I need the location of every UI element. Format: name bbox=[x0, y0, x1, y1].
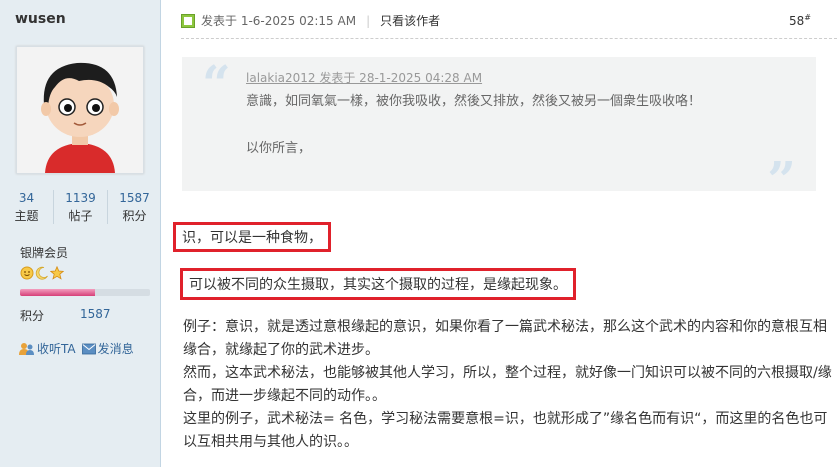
post-meta: 发表于 1-6-2025 02:15 AM | 只看该作者 bbox=[181, 12, 440, 29]
message-label: 发消息 bbox=[97, 342, 134, 356]
user-actions: 收听TA 发消息 bbox=[19, 340, 134, 357]
rank-medals bbox=[20, 266, 64, 280]
highlighted-sentence: 可以被不同的众生摄取，其实这个摄取的过程，是缘起现象。 bbox=[180, 268, 576, 300]
user-stats: 34 主题 1139 帖子 1587 积分 bbox=[0, 190, 161, 224]
avatar[interactable] bbox=[16, 46, 144, 174]
floor-number[interactable]: 58# bbox=[789, 13, 811, 28]
close-quote-icon: ” bbox=[767, 150, 796, 209]
paragraph: 例子：意识，就是透过意根缘起的意识，如果你看了一篇武术秘法，那么这个武术的内容和… bbox=[183, 319, 827, 358]
follow-button[interactable]: 收听TA bbox=[19, 340, 76, 357]
stat-label: 帖子 bbox=[68, 209, 93, 223]
meta-divider-line bbox=[181, 38, 837, 39]
quote-line: 以你所言， bbox=[246, 141, 312, 156]
paragraph: 然而，这本武术秘法，也能够被其他人学习，所以，整个过程，就好像一门知识可以被不同… bbox=[183, 365, 832, 404]
rank-progress-fill bbox=[20, 289, 96, 296]
stat-threads[interactable]: 34 主题 bbox=[0, 190, 53, 224]
paragraph: 这里的例子，武术秘法= 名色，学习秘法需要意根=识，也就形成了”缘名色而有识“，… bbox=[183, 411, 828, 450]
post-body: 例子：意识，就是透过意根缘起的意识，如果你看了一篇武术秘法，那么这个武术的内容和… bbox=[183, 316, 835, 454]
author-only-link[interactable]: 只看该作者 bbox=[380, 12, 440, 29]
stat-label: 积分 bbox=[122, 209, 147, 223]
username[interactable]: wusen bbox=[15, 11, 66, 27]
stat-posts[interactable]: 1139 帖子 bbox=[53, 190, 107, 224]
post-timestamp: 发表于 1-6-2025 02:15 AM bbox=[201, 14, 357, 28]
sun-icon bbox=[20, 266, 34, 280]
stat-value[interactable]: 1139 bbox=[54, 190, 107, 206]
envelope-icon bbox=[81, 343, 96, 354]
quote-body: 意識，如同氧氣一樣，被你我吸收，然後又排放，然後又被另一個衆生吸收咯！ 以你所言… bbox=[246, 89, 752, 161]
quote-block: “ lalakia2012 发表于 28-1-2025 04:28 AM 意識，… bbox=[182, 54, 816, 205]
points-label: 积分 bbox=[20, 309, 45, 323]
floor-value: 58 bbox=[789, 14, 805, 28]
post-content: 发表于 1-6-2025 02:15 AM | 只看该作者 58# “ lala… bbox=[161, 0, 839, 467]
follow-label: 收听TA bbox=[37, 342, 76, 356]
rank-progress-bar bbox=[20, 289, 150, 296]
follow-icon bbox=[19, 342, 34, 355]
points-value: 1587 bbox=[80, 307, 111, 321]
floor-mark: # bbox=[804, 13, 811, 22]
stat-value[interactable]: 1587 bbox=[108, 190, 161, 206]
stat-value[interactable]: 34 bbox=[0, 190, 53, 206]
meta-divider: | bbox=[366, 13, 371, 28]
send-message-button[interactable]: 发消息 bbox=[81, 340, 134, 357]
user-rank[interactable]: 银牌会员 bbox=[20, 244, 68, 261]
quote-header[interactable]: lalakia2012 发表于 28-1-2025 04:28 AM bbox=[246, 69, 482, 86]
open-quote-icon: “ bbox=[202, 54, 231, 113]
avatar-image bbox=[17, 47, 143, 173]
user-sidebar: wusen 34 主题 1139 帖子 1587 积分 银牌会员 积分 1587… bbox=[0, 0, 161, 467]
stat-points[interactable]: 1587 积分 bbox=[107, 190, 161, 224]
quote-line: 意識，如同氧氣一樣，被你我吸收，然後又排放，然後又被另一個衆生吸收咯！ bbox=[246, 94, 702, 109]
moon-icon bbox=[35, 266, 48, 280]
star-icon bbox=[50, 266, 64, 280]
stat-label: 主题 bbox=[14, 209, 39, 223]
highlighted-sentence: 识，可以是一种食物， bbox=[173, 222, 331, 252]
online-status-icon bbox=[181, 13, 195, 28]
